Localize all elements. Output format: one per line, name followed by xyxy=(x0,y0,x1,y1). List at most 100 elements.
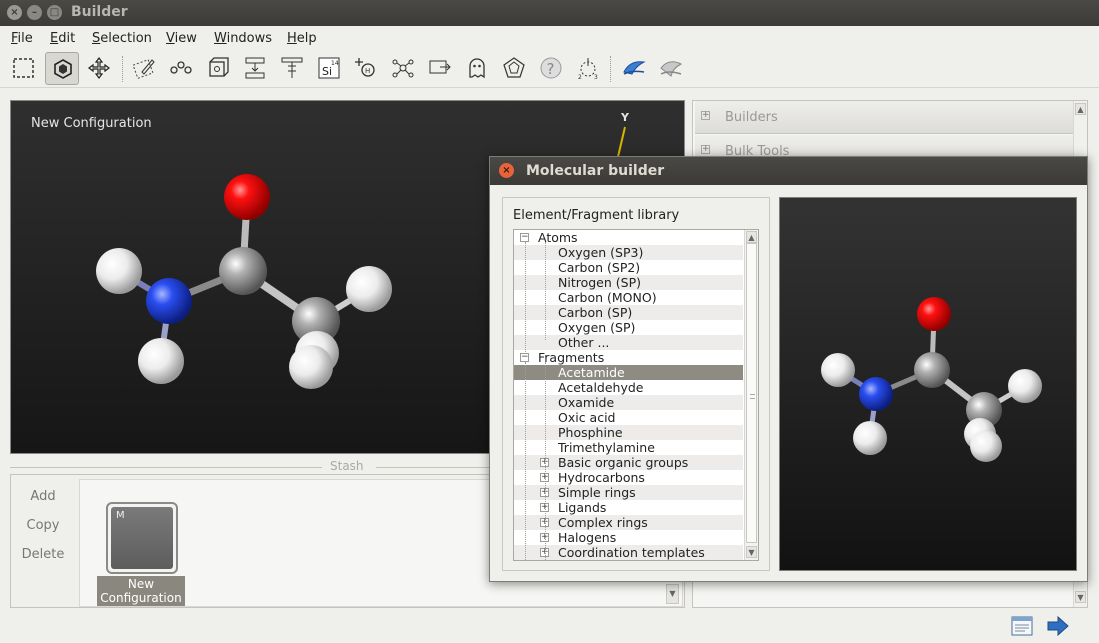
expand-icon: + xyxy=(701,110,710,120)
add-atom-tool[interactable]: H xyxy=(349,52,383,85)
hierarchy-tool[interactable] xyxy=(238,52,272,85)
hydrogen-atom xyxy=(1008,369,1042,403)
scroll-thumb[interactable] xyxy=(746,243,757,543)
select-atoms-icon xyxy=(54,59,72,79)
tree-item[interactable]: Oxamide xyxy=(514,395,743,410)
hydrogen-atom xyxy=(346,266,392,312)
tree-item[interactable]: Phosphine xyxy=(514,425,743,440)
nitrogen-atom xyxy=(146,278,192,324)
help-tool[interactable]: ? xyxy=(534,52,568,85)
scroll-up-icon[interactable]: ▲ xyxy=(746,231,757,243)
dialog-title: Molecular builder xyxy=(526,163,665,179)
molecule-icon xyxy=(392,59,414,78)
tree-subgroup[interactable]: + Halogens xyxy=(514,530,743,545)
fragment-preview[interactable] xyxy=(779,197,1077,571)
symmetry-icon: 23 xyxy=(578,58,598,80)
menu-bar: File Edit Selection View Windows Help xyxy=(0,26,1099,50)
scroll-down-icon[interactable]: ▼ xyxy=(746,546,757,558)
builders-section[interactable]: + Builders xyxy=(695,101,1073,134)
stash-copy-button[interactable]: Copy xyxy=(13,518,73,533)
tree-item-selected[interactable]: Acetamide xyxy=(514,365,743,380)
tree-subgroup[interactable]: + Coordination templates xyxy=(514,545,743,560)
hydrogen-atom xyxy=(853,421,887,455)
svg-text:2: 2 xyxy=(578,74,582,80)
tree-item[interactable]: Oxygen (SP3) xyxy=(514,245,743,260)
dialog-close-button[interactable]: × xyxy=(499,163,514,178)
move-tool[interactable] xyxy=(82,52,116,85)
tree-subgroup[interactable]: + Hydrocarbons xyxy=(514,470,743,485)
nitrogen-atom xyxy=(859,377,893,411)
tree-item[interactable]: Nitrogen (SP) xyxy=(514,275,743,290)
bond-icon xyxy=(170,61,192,74)
menu-help[interactable]: Help xyxy=(287,31,317,46)
expand-icon: + xyxy=(701,144,710,154)
hierarchy-icon xyxy=(245,57,265,79)
tree-subgroup[interactable]: + Simple rings xyxy=(514,485,743,500)
window-maximize-button[interactable]: □ xyxy=(47,5,62,20)
menu-windows[interactable]: Windows xyxy=(214,31,272,46)
scroll-down-icon[interactable]: ▼ xyxy=(1075,591,1086,603)
toolbar: Si 14 H ? 23 xyxy=(0,50,1099,88)
stash-item-label[interactable]: New Configuration xyxy=(97,576,185,606)
menu-file[interactable]: File xyxy=(11,31,33,46)
select-rectangle-tool[interactable] xyxy=(7,52,41,85)
element-tool[interactable]: Si 14 xyxy=(312,52,346,85)
tree-tool[interactable] xyxy=(275,52,309,85)
library-label: Element/Fragment library xyxy=(513,208,680,223)
move-to-tool[interactable] xyxy=(423,52,457,85)
tree-icon xyxy=(281,57,303,78)
tree-subgroup[interactable]: + Basic organic groups xyxy=(514,455,743,470)
molecule-tool[interactable] xyxy=(386,52,420,85)
tree-item[interactable]: Trimethylamine xyxy=(514,440,743,455)
svg-text:14: 14 xyxy=(331,60,339,67)
tree-item[interactable]: Oxygen (SP) xyxy=(514,320,743,335)
menu-view[interactable]: View xyxy=(166,31,197,46)
window-minimize-button[interactable]: – xyxy=(27,5,42,20)
tree-item[interactable]: Oxic acid xyxy=(514,410,743,425)
stash-add-button[interactable]: Add xyxy=(13,489,73,504)
tree-item[interactable]: Carbon (SP2) xyxy=(514,260,743,275)
select-atoms-tool[interactable] xyxy=(45,52,79,85)
tree-subgroup[interactable]: + Ligands xyxy=(514,500,743,515)
fragment-tree[interactable]: − Atoms Oxygen (SP3) Carbon (SP2) Nitrog… xyxy=(513,229,759,561)
stash-delete-button[interactable]: Delete xyxy=(13,547,73,562)
tree-subgroup[interactable]: + Complex rings xyxy=(514,515,743,530)
carbon-atom xyxy=(219,247,267,295)
tree-item[interactable]: Carbon (SP) xyxy=(514,305,743,320)
stash-item-thumbnail[interactable]: M xyxy=(106,502,178,574)
tree-item[interactable]: Carbon (MONO) xyxy=(514,290,743,305)
move-icon xyxy=(88,57,110,79)
window-close-button[interactable]: × xyxy=(7,5,22,20)
scroll-up-icon[interactable]: ▲ xyxy=(1075,103,1086,115)
tree-scrollbar[interactable]: ▲ ▼ xyxy=(744,230,758,560)
symmetry-tool[interactable]: 23 xyxy=(571,52,605,85)
log-window-button[interactable] xyxy=(1010,614,1034,638)
unit-cell-tool[interactable] xyxy=(201,52,235,85)
tree-group-atoms[interactable]: − Atoms xyxy=(514,230,743,245)
scroll-down-icon[interactable]: ▼ xyxy=(666,584,679,604)
menu-edit[interactable]: Edit xyxy=(50,31,75,46)
surface-tool[interactable] xyxy=(617,52,651,85)
collapse-icon[interactable]: − xyxy=(520,233,529,242)
surface-alt-tool[interactable] xyxy=(654,52,688,85)
menu-selection[interactable]: Selection xyxy=(92,31,152,46)
edit-selection-tool[interactable] xyxy=(127,52,161,85)
crystal-icon xyxy=(503,57,525,78)
bond-tool[interactable] xyxy=(164,52,198,85)
edit-selection-icon xyxy=(132,59,155,79)
tree-item[interactable]: Other ... xyxy=(514,335,743,350)
oxygen-atom xyxy=(224,174,270,220)
tree-group-fragments[interactable]: − Fragments xyxy=(514,350,743,365)
ghost-tool[interactable] xyxy=(460,52,494,85)
section-label: Builders xyxy=(725,110,778,125)
send-to-button[interactable] xyxy=(1046,614,1070,638)
collapse-icon[interactable]: − xyxy=(520,353,529,362)
tree-item[interactable]: Acetaldehyde xyxy=(514,380,743,395)
crystal-tool[interactable] xyxy=(497,52,531,85)
move-to-icon xyxy=(429,60,451,74)
help-icon: ? xyxy=(540,57,562,79)
oxygen-atom xyxy=(917,297,951,331)
window-title-bar: × – □ Builder xyxy=(0,0,1099,26)
ghost-icon xyxy=(469,58,485,79)
surface-icon xyxy=(623,61,646,75)
